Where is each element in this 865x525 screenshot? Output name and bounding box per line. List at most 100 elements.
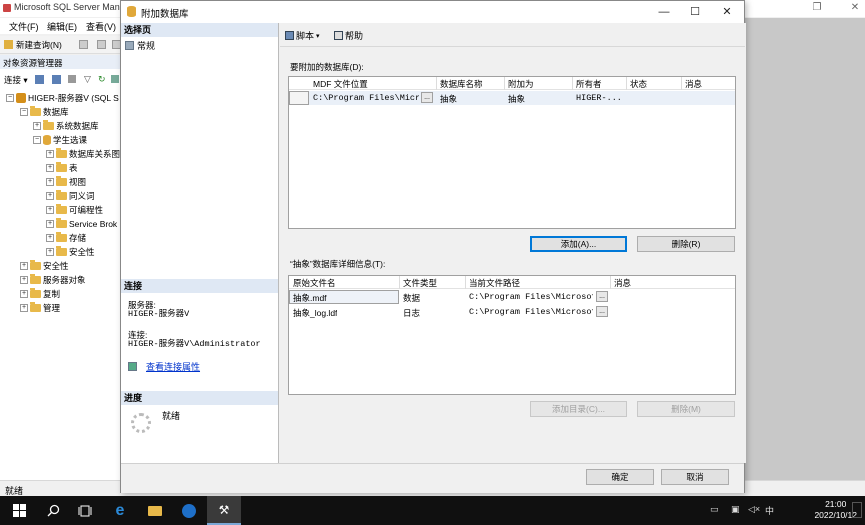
clock[interactable]: 21:00 2022/10/12 <box>814 499 857 521</box>
network-icon[interactable]: ▭ <box>710 504 719 515</box>
tree-item[interactable]: + 管理 <box>20 301 60 315</box>
tree-item[interactable]: − 数据库 <box>20 105 69 119</box>
folder-icon <box>30 106 41 116</box>
clock-time: 21:00 <box>825 499 847 509</box>
filter-icon[interactable]: ▽ <box>84 74 91 85</box>
expand-icon[interactable]: + <box>46 150 54 158</box>
dialog-title: 附加数据库 <box>141 9 189 20</box>
minimize-icon[interactable]: — <box>656 5 672 19</box>
expand-icon[interactable]: + <box>20 290 28 298</box>
add-button[interactable]: 添加(A)... <box>530 236 627 252</box>
new-query-icon <box>4 40 13 49</box>
expand-icon[interactable]: + <box>20 304 28 312</box>
tree-item[interactable]: + 复制 <box>20 287 60 301</box>
task-view-icon[interactable] <box>68 496 102 525</box>
tree-item[interactable]: + 可编程性 <box>46 203 103 217</box>
col-current-path: 当前文件路径 <box>469 278 521 288</box>
tree-item[interactable]: + 视图 <box>46 175 86 189</box>
ime-indicator[interactable]: 中 <box>765 504 774 517</box>
tree-server[interactable]: − HIGER-服务器V (SQL S <box>6 91 119 105</box>
tree-item[interactable]: + 数据库关系图 <box>46 147 120 161</box>
tree-item[interactable]: + 系统数据库 <box>33 119 99 133</box>
expand-icon[interactable]: + <box>46 164 54 172</box>
cell-owner[interactable]: HIGER-... <box>576 93 622 103</box>
page-general[interactable]: 常规 <box>125 39 155 52</box>
remove-catalog-button[interactable]: 删除(M) <box>637 401 735 417</box>
browse-button[interactable]: ... <box>596 306 608 317</box>
refresh-icon[interactable]: ↻ <box>98 74 106 85</box>
tree-item[interactable]: + 同义词 <box>46 189 95 203</box>
expand-icon[interactable]: + <box>46 178 54 186</box>
menu-file[interactable]: 文件(F) <box>9 20 39 33</box>
restore-icon[interactable]: ❐ <box>810 1 824 15</box>
activity-icon[interactable] <box>111 75 119 83</box>
collapse-icon[interactable]: − <box>33 136 41 144</box>
expand-icon[interactable]: + <box>46 192 54 200</box>
file-explorer-icon[interactable] <box>138 496 172 525</box>
tree-item[interactable]: − 学生选课 <box>33 133 87 147</box>
tray-icon[interactable]: ▣ <box>731 504 740 515</box>
table-row[interactable]: 抽象_log.ldf 日志 C:\Program Files\Microsof.… <box>289 305 735 319</box>
ssms-taskbar-icon[interactable]: ⚒ <box>207 496 241 525</box>
search-icon[interactable] <box>36 496 70 525</box>
tree-item[interactable]: + 服务器对象 <box>20 273 86 287</box>
stop-icon[interactable] <box>68 75 76 83</box>
help-icon <box>334 31 343 40</box>
dialog-footer: 确定 取消 <box>121 463 744 493</box>
expand-icon[interactable]: + <box>33 122 41 130</box>
database-details-grid[interactable]: 原始文件名 文件类型 当前文件路径 消息 抽象.mdf 数据 C:\Progra… <box>288 275 736 395</box>
progress-spinner-icon <box>131 413 151 433</box>
collapse-icon[interactable]: − <box>6 94 14 102</box>
volume-icon[interactable]: ◁× <box>748 504 760 515</box>
maximize-icon[interactable]: ☐ <box>687 5 703 19</box>
browse-button[interactable]: ... <box>421 92 433 103</box>
collapse-icon[interactable]: − <box>20 108 28 116</box>
remove-button[interactable]: 删除(R) <box>637 236 735 252</box>
disconnect-icon[interactable] <box>52 75 61 84</box>
tree-item[interactable]: + 存储 <box>46 231 86 245</box>
script-button[interactable]: 脚本 ▾ <box>285 29 320 42</box>
ssms-title: Microsoft SQL Server Mana <box>14 2 125 12</box>
cancel-button[interactable]: 取消 <box>661 469 729 485</box>
ssms-toolbar: 新建查询(N) <box>0 36 122 54</box>
row-selector[interactable] <box>289 91 309 105</box>
clock-date: 2022/10/12 <box>814 510 857 520</box>
connect-button[interactable]: 连接 ▾ <box>4 74 28 86</box>
expand-icon[interactable]: + <box>20 262 28 270</box>
close-icon[interactable]: ✕ <box>848 1 862 15</box>
cell-dbname[interactable]: 抽象 <box>440 93 457 105</box>
grid-header: 原始文件名 文件类型 当前文件路径 消息 <box>289 276 735 289</box>
app-icon[interactable] <box>172 496 206 525</box>
connect-icon[interactable] <box>35 75 44 84</box>
cell-attach-as[interactable]: 抽象 <box>508 93 525 105</box>
close-icon[interactable]: ✕ <box>719 5 735 19</box>
tree-item[interactable]: + 表 <box>46 161 78 175</box>
add-catalog-button[interactable]: 添加目录(C)... <box>530 401 627 417</box>
toolbar-icon[interactable] <box>97 40 106 49</box>
toolbar-icon[interactable] <box>79 40 88 49</box>
browse-button[interactable]: ... <box>596 291 608 302</box>
expand-icon[interactable]: + <box>20 276 28 284</box>
table-row[interactable]: 抽象.mdf 数据 C:\Program Files\Microsof... .… <box>289 290 735 304</box>
tree-item[interactable]: + 安全性 <box>20 259 69 273</box>
ok-button[interactable]: 确定 <box>586 469 654 485</box>
notifications-icon[interactable] <box>852 502 862 518</box>
menu-view[interactable]: 查看(V) <box>86 20 116 33</box>
expand-icon[interactable]: + <box>46 234 54 242</box>
tree-item[interactable]: + 安全性 <box>46 245 95 259</box>
tree-item[interactable]: + Service Brok <box>46 217 117 231</box>
col-status: 状态 <box>630 79 648 89</box>
table-row[interactable]: C:\Program Files\Micr... ... 抽象 抽象 HIGER… <box>289 91 735 105</box>
new-query-button[interactable]: 新建查询(N) <box>16 39 62 51</box>
expand-icon[interactable]: + <box>46 220 54 228</box>
attach-databases-grid[interactable]: MDF 文件位置 数据库名称 附加为 所有者 状态 消息 C:\Program … <box>288 76 736 229</box>
expand-icon[interactable]: + <box>46 206 54 214</box>
expand-icon[interactable]: + <box>46 248 54 256</box>
menu-edit[interactable]: 编辑(E) <box>47 20 77 33</box>
view-connection-properties[interactable]: 查看连接属性 <box>128 360 200 373</box>
edge-browser-icon[interactable]: e <box>103 496 137 525</box>
help-button[interactable]: 帮助 <box>334 29 363 42</box>
script-icon <box>285 31 294 40</box>
start-windows-icon[interactable] <box>2 496 36 525</box>
database-icon <box>127 6 136 17</box>
